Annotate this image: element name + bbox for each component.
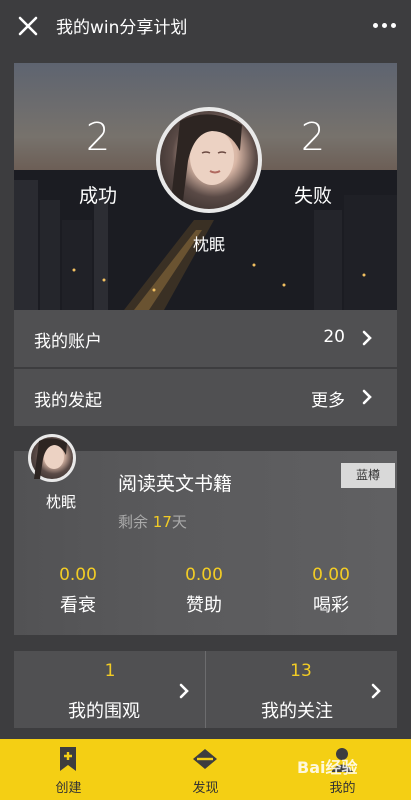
account-label: 我的账户	[34, 332, 102, 352]
remain-days-text: 剩余 17天	[118, 513, 187, 531]
launch-row[interactable]: 我的发起 更多	[14, 369, 397, 426]
chevron-right-icon	[361, 388, 373, 406]
metric-value: 0.00	[59, 565, 97, 585]
plan-avatar[interactable]	[28, 434, 76, 482]
tab-label: 发现	[192, 781, 219, 796]
fail-label: 失败	[293, 185, 332, 207]
more-options-icon[interactable]	[369, 12, 399, 38]
account-row[interactable]: 我的账户 20	[14, 310, 397, 367]
more-link[interactable]: 更多	[311, 386, 345, 411]
close-icon[interactable]	[14, 12, 42, 40]
success-label: 成功	[78, 185, 117, 207]
tab-label: 我的	[329, 781, 356, 796]
tab-create[interactable]: 创建	[0, 739, 137, 800]
follow-count: 13	[290, 661, 312, 681]
user-name: 枕眠	[192, 235, 225, 254]
watch-label[interactable]: 我的围观	[68, 697, 140, 723]
metric-label: 赞助	[186, 595, 222, 616]
avatar[interactable]	[156, 107, 262, 213]
metric-label: 喝彩	[313, 595, 349, 616]
plan-title: 阅读英文书籍	[118, 473, 233, 495]
watch-count: 1	[104, 661, 116, 681]
divider	[205, 651, 206, 728]
tab-discover[interactable]: 发现	[137, 739, 274, 800]
compass-icon	[191, 745, 219, 773]
profile-hero: 2 成功 2 失败 枕眠	[14, 63, 397, 310]
watermark: Bai经验	[297, 758, 358, 777]
fail-count: 2	[300, 115, 326, 159]
account-value: 20	[323, 327, 345, 347]
plan-tag-badge: 蓝樽	[341, 463, 395, 488]
chevron-right-icon	[361, 329, 373, 347]
plan-user-name: 枕眠	[46, 493, 77, 511]
chevron-right-icon	[370, 682, 382, 700]
bookmark-plus-icon	[54, 745, 82, 773]
tab-label: 创建	[55, 781, 82, 796]
follow-label[interactable]: 我的关注	[261, 697, 333, 723]
metric-label: 看衰	[60, 595, 96, 616]
top-bar: 我的win分享计划	[0, 0, 411, 50]
page-title: 我的win分享计划	[56, 18, 188, 38]
launch-label: 我的发起	[34, 391, 102, 411]
success-count: 2	[85, 115, 111, 159]
metric-value: 0.00	[312, 565, 350, 585]
chevron-right-icon	[178, 682, 190, 700]
metric-value: 0.00	[185, 565, 223, 585]
